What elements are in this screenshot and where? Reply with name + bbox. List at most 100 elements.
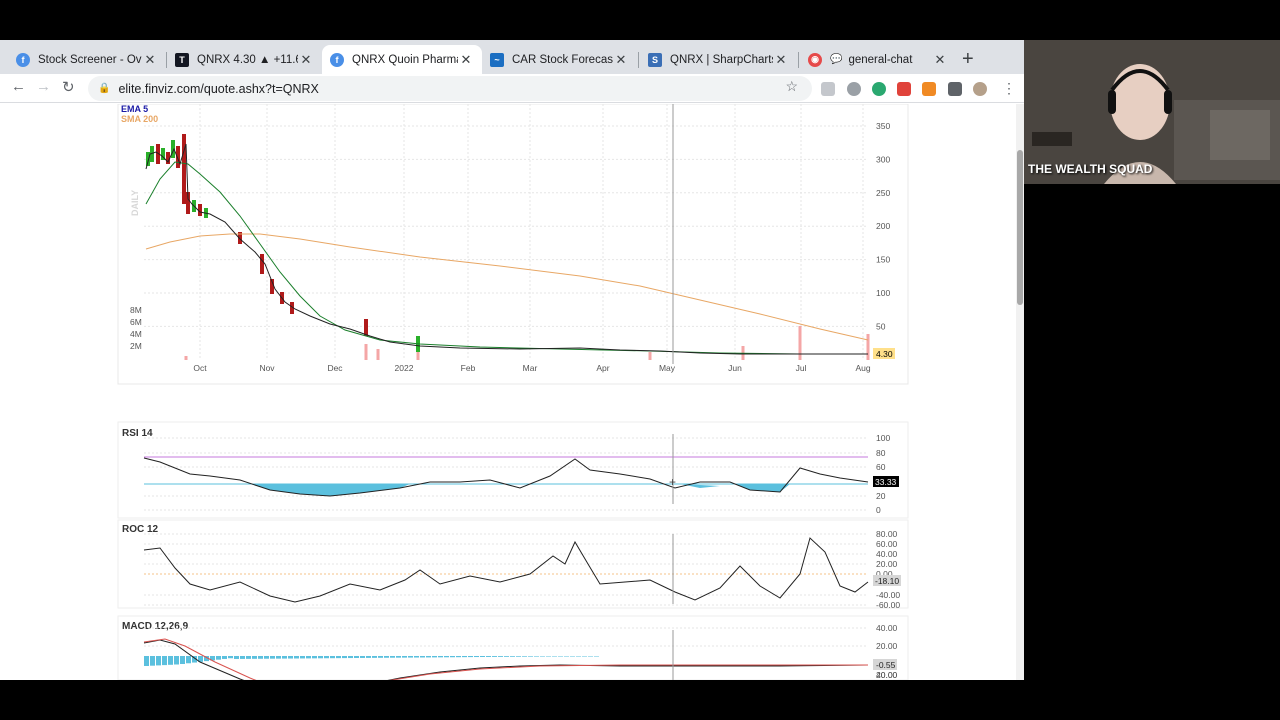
finviz-icon: f: [16, 52, 30, 67]
close-icon[interactable]: ✕: [298, 52, 314, 68]
macd-panel: MACD 12,26,9 40.0020.0020.0040.00 -0.55: [117, 615, 909, 680]
ema-5-line: [145, 161, 868, 355]
macd-histogram-bar: [396, 656, 401, 658]
macd-tick: 20.00: [876, 641, 898, 651]
macd-badge: -0.55: [876, 660, 896, 670]
macd-histogram-bar: [480, 656, 485, 657]
price-line: [145, 143, 868, 355]
rsi-tick: 60: [876, 462, 886, 472]
volume-bar: [648, 352, 652, 360]
macd-histogram-bar: [366, 656, 371, 658]
tab-qnrx-finviz[interactable]: f QNRX Quoin Pharmace ✕: [322, 45, 482, 74]
close-icon[interactable]: ✕: [613, 52, 629, 68]
address-bar[interactable]: 🔒 elite.finviz.com/quote.ashx?t=QNRX ☆: [88, 76, 812, 101]
extension-icon[interactable]: [821, 82, 835, 96]
roc-label: ROC 12: [122, 524, 159, 535]
rsi-panel: RSI 14 + 100 80 60 20 0 33.33: [117, 421, 909, 519]
avatar[interactable]: [973, 82, 987, 96]
puzzle-extensions-icon[interactable]: [948, 82, 962, 96]
macd-histogram-bar: [144, 656, 149, 666]
chart-icon: ~: [490, 52, 504, 67]
macd-histogram-bar: [252, 656, 257, 659]
date-x-axis: Oct Nov Dec 2022 Feb Mar Apr May Jun Jul Aug: [193, 363, 870, 373]
macd-histogram-bar: [498, 656, 503, 657]
tradingview-icon: T: [175, 52, 189, 67]
macd-histogram-bar: [354, 656, 359, 659]
price-tick: 200: [876, 221, 890, 231]
price-grid: [144, 104, 868, 360]
reload-icon[interactable]: ↻: [62, 78, 75, 96]
url-text: elite.finviz.com/quote.ashx?t=QNRX: [118, 81, 319, 96]
macd-histogram-bar: [426, 656, 431, 658]
extension-icon[interactable]: [872, 82, 886, 96]
macd-histogram-bar: [264, 656, 269, 659]
browser-window: f Stock Screener - Overv ✕ T QNRX 4.30 ▲…: [0, 40, 1024, 680]
webcam-overlay: THE WEALTH SQUAD: [1024, 40, 1280, 184]
new-tab-button[interactable]: +: [962, 48, 974, 71]
back-arrow-icon[interactable]: ←: [11, 78, 26, 95]
candle: [146, 152, 150, 166]
tab-qnrx-tradingview[interactable]: T QNRX 4.30 ▲ +11.69% ✕: [167, 45, 322, 74]
macd-y-axis: 40.0020.0020.0040.00: [876, 623, 898, 680]
price-panel: EMA 5 SMA 200 DAILY 350 300 250 200 150 100 50…: [117, 103, 909, 385]
sma-200-line: [145, 233, 869, 341]
rsi-oversold-fill: [250, 484, 790, 496]
bookmark-star-icon[interactable]: ☆: [785, 78, 798, 95]
macd-histogram-bar: [570, 656, 575, 657]
scrollbar-thumb[interactable]: [1017, 150, 1023, 305]
tab-stock-screener[interactable]: f Stock Screener - Overv ✕: [8, 45, 166, 74]
macd-histogram-bar: [234, 656, 239, 659]
macd-histogram-bar: [414, 656, 419, 658]
rsi-tick: 0: [876, 505, 881, 515]
tab-general-chat[interactable]: ◉ 💬 general-chat ✕: [800, 45, 956, 74]
macd-histogram-bar: [474, 656, 479, 658]
macd-histogram-bar: [150, 656, 155, 666]
macd-histogram-bar: [270, 656, 275, 659]
macd-histogram-bar: [336, 656, 341, 659]
macd-histogram-bar: [360, 656, 365, 658]
forward-arrow-icon[interactable]: →: [36, 78, 51, 95]
volume-tick: 6M: [130, 317, 142, 327]
macd-histogram-bar: [216, 656, 221, 660]
close-icon[interactable]: ✕: [773, 52, 789, 68]
tab-sharpcharts[interactable]: S QNRX | SharpCharts | ✕: [640, 45, 797, 74]
metamask-icon[interactable]: [922, 82, 936, 96]
macd-histogram-bar: [432, 656, 437, 658]
price-panel-frame: [117, 103, 909, 385]
crosshair-cursor-icon: +: [669, 475, 676, 489]
macd-histogram-bar: [390, 656, 395, 658]
macd-histogram-bar: [402, 656, 407, 658]
close-icon[interactable]: ✕: [932, 52, 948, 68]
tab-car-forecast[interactable]: ~ CAR Stock Forecast, P ✕: [482, 45, 637, 74]
macd-histogram-bar: [240, 656, 245, 659]
macd-histogram-bar: [504, 656, 509, 657]
extension-icon[interactable]: [897, 82, 911, 96]
roc-tick: -40.00: [876, 590, 900, 600]
macd-histogram-bar: [528, 656, 533, 657]
macd-histogram-bar: [276, 656, 281, 659]
macd-histogram-bar: [378, 656, 383, 658]
chat-bubble-icon: 💬: [830, 54, 843, 65]
price-tick: 150: [876, 255, 890, 265]
macd-histogram-bar: [246, 656, 251, 659]
month-tick: Apr: [596, 363, 609, 373]
extension-icon[interactable]: [847, 82, 861, 96]
webcam-label: THE WEALTH SQUAD: [1028, 162, 1153, 176]
candle: [364, 319, 368, 336]
month-tick: Jul: [796, 363, 807, 373]
macd-histogram-bar: [582, 656, 587, 657]
macd-tick: 40.00: [876, 623, 898, 633]
close-icon[interactable]: ✕: [458, 52, 474, 68]
kebab-menu-icon[interactable]: ⋮: [1002, 80, 1016, 97]
month-tick: Feb: [461, 363, 476, 373]
month-tick: Aug: [855, 363, 870, 373]
ema-label: EMA 5: [121, 104, 148, 114]
month-tick: Nov: [259, 363, 275, 373]
price-tick: 50: [876, 321, 886, 331]
sma-label: SMA 200: [121, 114, 158, 124]
close-icon[interactable]: ✕: [142, 52, 158, 68]
period-label: DAILY: [130, 190, 140, 216]
macd-histogram-bar: [486, 656, 491, 657]
macd-histogram-bar: [228, 656, 233, 659]
volume-bar: [184, 356, 188, 360]
